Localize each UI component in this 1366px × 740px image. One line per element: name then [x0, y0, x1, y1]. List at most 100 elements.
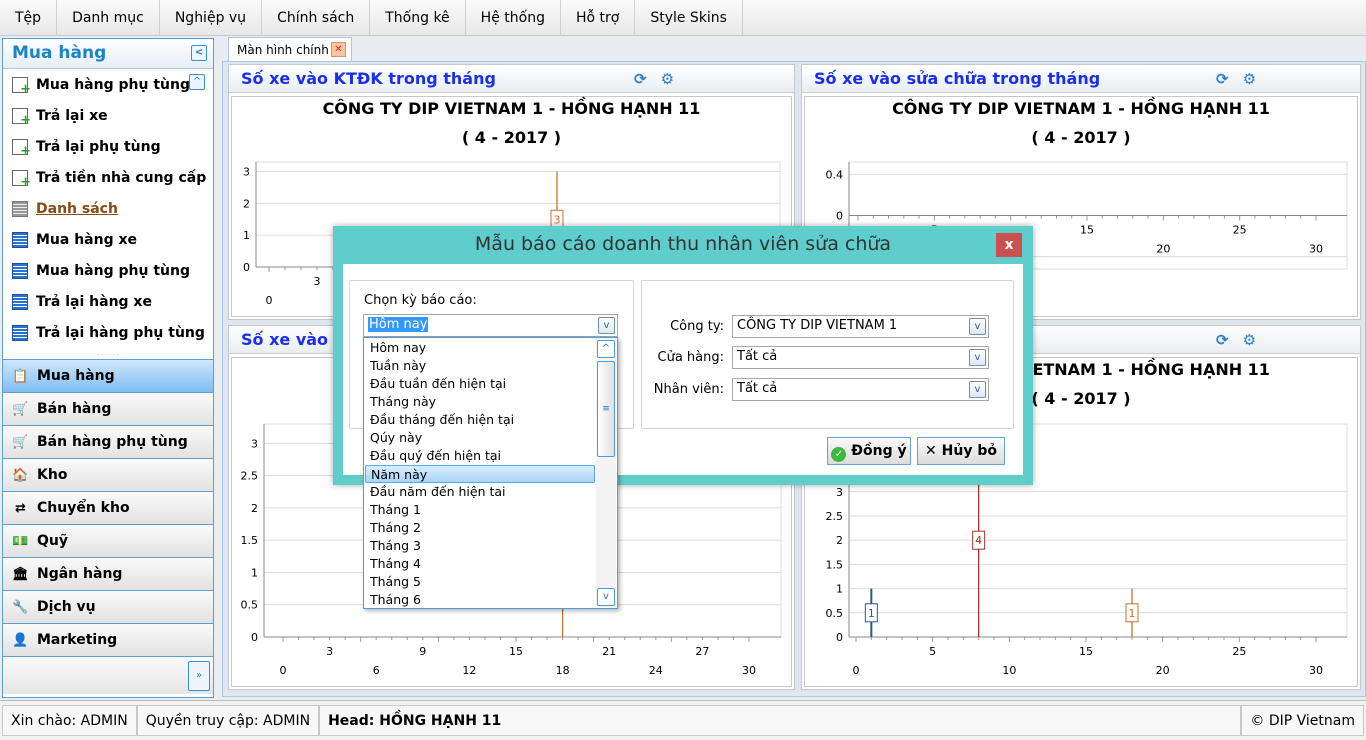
- y-tick-label: 0: [251, 631, 258, 644]
- x-tick-label: 24: [649, 664, 663, 677]
- dropdown-option[interactable]: Tháng 4: [364, 555, 595, 573]
- splitter-handle[interactable]: · · · · · ·: [3, 352, 213, 359]
- menu-item[interactable]: Hỗ trợ: [561, 0, 636, 36]
- dropdown-option[interactable]: Tháng 3: [364, 537, 595, 555]
- menu-item[interactable]: Style Skins: [635, 0, 743, 36]
- scroll-up-button[interactable]: ^: [189, 74, 205, 90]
- tab-main-screen[interactable]: Màn hình chính ✕: [228, 37, 352, 62]
- sidebar-item[interactable]: Trả tiền nhà cung cấp: [3, 162, 213, 193]
- menu-item[interactable]: Danh mục: [57, 0, 160, 36]
- dialog-title: Mẫu báo cáo doanh thu nhân viên sửa chữa: [474, 233, 892, 255]
- nav-button[interactable]: 🛒 Bán hàng phụ tùng: [3, 425, 213, 458]
- sidebar-item[interactable]: Mua hàng xe: [3, 224, 213, 255]
- sidebar-item[interactable]: Danh sách: [3, 193, 213, 224]
- sidebar-item[interactable]: Trả lại xe: [3, 100, 213, 131]
- dropdown-scrollbar[interactable]: ^ ≡ v: [596, 339, 616, 607]
- dropdown-option[interactable]: Năm này: [365, 465, 595, 483]
- x-tick-label: 15: [1080, 224, 1094, 237]
- dropdown-option[interactable]: Tháng 5: [364, 573, 595, 591]
- y-tick-label: 1: [251, 566, 258, 579]
- x-tick-label: 9: [419, 645, 426, 658]
- chevron-down-icon[interactable]: v: [969, 381, 986, 398]
- dropdown-option[interactable]: Hôm nay: [364, 339, 595, 357]
- sidebar-item-label: Mua hàng xe: [36, 231, 138, 248]
- status-head: Head: HỒNG HẠNH 11: [319, 705, 1242, 736]
- data-label: 3: [554, 213, 561, 226]
- staff-label: Nhân viên:: [653, 382, 724, 397]
- dialog-close-button[interactable]: x: [996, 233, 1022, 257]
- ok-button[interactable]: ✓ Đồng ý: [827, 437, 911, 465]
- data-label: 1: [1129, 607, 1136, 620]
- sidebar-nav: 📋 Mua hàng 🛒 Bán hàng 🛒 Bán hàng phụ tùng 🏠 Kho…: [3, 359, 213, 656]
- nav-label: Quỹ: [37, 533, 68, 549]
- sidebar-item[interactable]: Trả lại hàng xe: [3, 286, 213, 317]
- dropdown-option[interactable]: Tháng 1: [364, 501, 595, 519]
- y-tick-label: 3: [243, 166, 250, 179]
- y-tick-label: 0: [836, 210, 843, 223]
- sidebar-item-label: Trả lại xe: [36, 107, 108, 124]
- staff-value: Tất cả: [737, 381, 778, 396]
- x-tick-label: 30: [1309, 664, 1323, 677]
- dropdown-option[interactable]: Tháng này: [364, 393, 595, 411]
- list-icon: [12, 231, 28, 248]
- x-tick-label: 15: [1079, 645, 1093, 658]
- dropdown-option[interactable]: Đầu quý đến hiện tại: [364, 447, 595, 465]
- menu-item[interactable]: Hệ thống: [466, 0, 561, 36]
- sidebar-item[interactable]: Trả lại hàng phụ tùng: [3, 317, 213, 348]
- sidebar-item-label: Trả lại hàng xe: [36, 293, 152, 310]
- sidebar-items: ^ Mua hàng phụ tùng Trả lại xe Trả lại phụ…: [3, 69, 213, 352]
- menu-item[interactable]: Thống kê: [370, 0, 466, 36]
- dropdown-option[interactable]: Đầu tháng đến hiện tại: [364, 411, 595, 429]
- chevron-down-icon[interactable]: v: [597, 588, 615, 606]
- sidebar-item[interactable]: Mua hàng phụ tùng: [3, 255, 213, 286]
- x-tick-label: 25: [1232, 645, 1246, 658]
- company-select[interactable]: CÔNG TY DIP VIETNAM 1 v: [732, 315, 989, 338]
- collapse-sidebar-button[interactable]: <: [191, 45, 207, 61]
- x-tick-label: 21: [602, 645, 616, 658]
- cancel-button[interactable]: ✕ Hủy bỏ: [917, 437, 1005, 465]
- dropdown-option[interactable]: Tháng 6: [364, 591, 595, 609]
- menu-item[interactable]: Chính sách: [262, 0, 371, 36]
- store-select[interactable]: Tất cả v: [732, 346, 989, 369]
- sidebar-item-label: Danh sách: [36, 200, 118, 217]
- chevron-down-icon[interactable]: v: [969, 318, 986, 335]
- chevron-down-icon[interactable]: v: [598, 317, 615, 334]
- nav-button[interactable]: 💵 Quỹ: [3, 524, 213, 557]
- nav-button[interactable]: 🏠 Kho: [3, 458, 213, 491]
- dropdown-option[interactable]: Qúy này: [364, 429, 595, 447]
- y-tick-label: 1: [243, 229, 250, 242]
- dropdown-option[interactable]: Đầu năm đến hiện tai: [364, 483, 595, 501]
- nav-label: Chuyển kho: [37, 500, 130, 516]
- x-tick-label: 6: [373, 664, 380, 677]
- dropdown-option[interactable]: Tuần này: [364, 357, 595, 375]
- dropdown-option[interactable]: Đầu tuần đến hiện tại: [364, 375, 595, 393]
- transfer-icon: ⇄: [15, 500, 26, 516]
- nav-button[interactable]: 🛒 Bán hàng: [3, 392, 213, 425]
- menu-item[interactable]: Nghiệp vụ: [160, 0, 263, 36]
- chevron-up-icon[interactable]: ^: [597, 340, 615, 358]
- staff-select[interactable]: Tất cả v: [732, 378, 989, 401]
- y-tick-label: 3: [251, 437, 258, 450]
- nav-label: Marketing: [37, 632, 118, 648]
- dropdown-option[interactable]: Tháng 2: [364, 519, 595, 537]
- nav-button[interactable]: 🏛 Ngân hàng: [3, 557, 213, 590]
- nav-button[interactable]: ⇄ Chuyển kho: [3, 491, 213, 524]
- scrollbar-thumb[interactable]: ≡: [597, 361, 615, 457]
- sidebar-item[interactable]: Mua hàng phụ tùng: [3, 69, 213, 100]
- y-tick-label: 0.4: [826, 168, 844, 181]
- nav-button[interactable]: 👤 Marketing: [3, 623, 213, 656]
- chevron-down-icon[interactable]: v: [969, 349, 986, 366]
- y-tick-label: 2.5: [241, 470, 259, 483]
- nav-label: Dịch vụ: [37, 599, 96, 615]
- menu-item[interactable]: Tệp: [0, 0, 58, 36]
- x-tick-label: 27: [695, 645, 709, 658]
- x-tick-label: 10: [1002, 664, 1016, 677]
- close-tab-icon[interactable]: ✕: [331, 42, 346, 57]
- nav-button[interactable]: 🔧 Dịch vụ: [3, 590, 213, 623]
- nav-button[interactable]: 📋 Mua hàng: [3, 359, 213, 392]
- x-tick-label: 0: [266, 294, 273, 307]
- period-select[interactable]: Hôm nay v: [363, 314, 618, 337]
- more-nav-button[interactable]: »: [188, 661, 210, 691]
- y-tick-label: 2: [251, 502, 258, 515]
- sidebar-item[interactable]: Trả lại phụ tùng: [3, 131, 213, 162]
